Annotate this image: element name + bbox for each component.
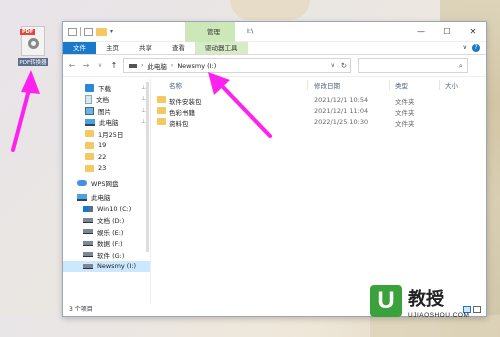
- watermark-brand: 教授: [408, 289, 444, 310]
- arrow-to-address-bar: [208, 72, 272, 138]
- watermark-domain: UJIAOSHOU.COM: [408, 312, 470, 319]
- watermark-logo: U 教授 UJIAOSHOU.COM: [370, 285, 490, 325]
- arrow-to-desktop-icon: [11, 70, 40, 152]
- watermark-u-logo: U: [370, 285, 402, 317]
